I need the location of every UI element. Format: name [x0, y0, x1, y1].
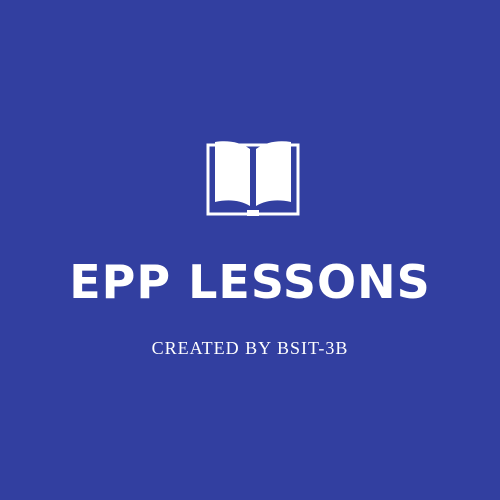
open-book-icon — [206, 141, 300, 216]
subtitle: CREATED BY BSIT-3B — [151, 338, 349, 358]
page-title: EPP LESSONS — [69, 255, 431, 309]
